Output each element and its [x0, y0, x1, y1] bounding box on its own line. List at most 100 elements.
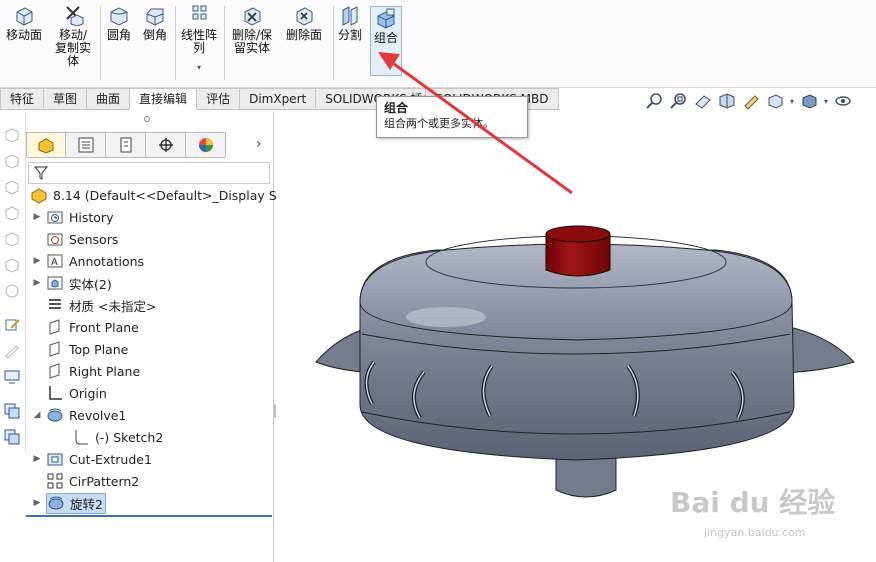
- expand-arrow-icon[interactable]: ▶: [32, 212, 42, 222]
- tree-item-label: Right Plane: [69, 363, 141, 379]
- selected-tree-item[interactable]: 旋转2: [46, 492, 106, 514]
- tree-item-label: CirPattern2: [69, 473, 140, 489]
- origin-icon: [49, 386, 62, 400]
- expand-arrow-icon[interactable]: ▶: [32, 454, 42, 464]
- ribbon-separator: [224, 6, 225, 80]
- revolve-icon: [48, 496, 64, 510]
- zoom-to-area-icon[interactable]: [670, 92, 688, 110]
- delete-keep-body-icon: [244, 7, 261, 26]
- combine-tooltip: 组合 组合两个或更多实体。: [376, 96, 528, 138]
- tab-features[interactable]: 特征: [0, 88, 45, 110]
- tree-item-sketch2[interactable]: (-) Sketch2: [72, 426, 163, 448]
- screen-capture-icon[interactable]: [3, 368, 21, 386]
- cube-outline-icon[interactable]: [3, 256, 21, 274]
- tab-feature-manager[interactable]: [26, 132, 66, 158]
- fillet-icon: [110, 7, 128, 26]
- tab-configuration-manager[interactable]: [106, 132, 146, 158]
- display-manager-pie-icon: [198, 138, 213, 152]
- chamfer-button[interactable]: 倒角: [143, 4, 167, 42]
- cube-outline-icon[interactable]: [3, 204, 21, 222]
- panel-drag-handle[interactable]: [144, 116, 150, 122]
- view-orientation-dropdown-icon[interactable]: ▾: [790, 97, 794, 106]
- tree-item-cut-extrude1[interactable]: ▶ Cut-Extrude1: [32, 448, 152, 470]
- edit-tool-icon[interactable]: [3, 342, 21, 360]
- copy-appearance-icon[interactable]: [3, 402, 21, 420]
- watermark-url: jingyan.baidu.com: [704, 526, 806, 539]
- tab-evaluate[interactable]: 评估: [197, 88, 241, 110]
- tree-filter-bar[interactable]: [28, 162, 270, 184]
- linear-pattern-button[interactable]: 线性阵 列 ▾: [181, 4, 217, 74]
- tree-item-revolve2[interactable]: ▶ 旋转2: [32, 492, 106, 514]
- combine-icon: [377, 8, 395, 29]
- expand-arrow-icon[interactable]: ▶: [32, 256, 42, 266]
- section-view-icon[interactable]: [718, 92, 736, 110]
- sketch-tool-icon[interactable]: [3, 316, 21, 334]
- tree-item-right-plane[interactable]: Right Plane: [46, 360, 140, 382]
- panel-tabs-more-chevron-icon[interactable]: ›: [256, 136, 262, 152]
- combine-button[interactable]: 组合: [370, 6, 403, 76]
- panel-tabs: [26, 132, 226, 158]
- sketch-icon: [75, 430, 88, 445]
- cube-outline-icon[interactable]: [3, 178, 21, 196]
- hide-show-items-icon[interactable]: [834, 92, 852, 110]
- tree-item-label: History: [69, 209, 114, 225]
- tree-item-annotations[interactable]: ▶ A Annotations: [32, 250, 145, 272]
- tab-sketch[interactable]: 草图: [44, 88, 88, 110]
- tree-item-front-plane[interactable]: Front Plane: [46, 316, 139, 338]
- expand-arrow-icon[interactable]: ▶: [32, 278, 42, 288]
- left-toolbar-strip: [0, 112, 26, 452]
- move-face-label: 移动面: [6, 28, 43, 42]
- ribbon-separator: [100, 6, 101, 80]
- tree-item-material[interactable]: 材质 <未指定>: [46, 294, 156, 316]
- rollback-bar[interactable]: [26, 515, 272, 517]
- cube-outline-icon[interactable]: [3, 152, 21, 170]
- fillet-button[interactable]: 圆角: [107, 4, 131, 42]
- cube-outline-icon[interactable]: [3, 230, 21, 248]
- tree-item-solid-bodies[interactable]: ▶ 实体(2): [32, 272, 112, 294]
- move-copy-body-button[interactable]: 移动/ 复制实 体: [55, 4, 91, 68]
- annotations-icon: A: [47, 254, 63, 268]
- tab-dimxpert-manager[interactable]: [146, 132, 186, 158]
- linear-pattern-dropdown-icon[interactable]: ▾: [197, 61, 201, 74]
- tree-item-cirpattern2[interactable]: CirPattern2: [46, 470, 139, 492]
- combine-label: 组合: [374, 31, 399, 45]
- display-style-icon[interactable]: [800, 92, 818, 110]
- zoom-to-fit-icon[interactable]: [646, 92, 664, 110]
- delete-keep-body-label: 删除/保 留实体: [232, 28, 273, 55]
- move-copy-body-icon: [66, 6, 84, 26]
- tree-item-origin[interactable]: Origin: [46, 382, 107, 404]
- ribbon-separator: [175, 6, 176, 80]
- sphere-outline-icon[interactable]: [3, 282, 21, 300]
- delete-face-button[interactable]: 删除面: [286, 4, 322, 42]
- tree-item-history[interactable]: ▶ History: [32, 206, 114, 228]
- move-face-button[interactable]: 移动面: [6, 4, 42, 42]
- part-icon: [31, 188, 47, 204]
- move-face-icon: [16, 7, 33, 26]
- tab-property-manager[interactable]: [66, 132, 106, 158]
- view-orientation-icon[interactable]: [766, 92, 784, 110]
- dynamic-annotation-icon[interactable]: [742, 92, 760, 110]
- split-button[interactable]: 分割: [338, 4, 362, 42]
- tab-surfaces[interactable]: 曲面: [87, 88, 131, 110]
- tab-display-manager[interactable]: [186, 132, 226, 158]
- tree-item-label: (-) Sketch2: [95, 429, 164, 445]
- collapse-arrow-icon[interactable]: ◢: [32, 410, 42, 420]
- tree-root-part[interactable]: 8.14 (Default<<Default>_Display Stat: [30, 184, 294, 206]
- tree-item-sensors[interactable]: Sensors: [46, 228, 118, 250]
- display-style-dropdown-icon[interactable]: ▾: [824, 97, 828, 106]
- previous-view-icon[interactable]: [694, 92, 712, 110]
- configuration-manager-icon: [120, 137, 131, 153]
- filter-funnel-icon[interactable]: [33, 165, 49, 181]
- paste-appearance-icon[interactable]: [3, 428, 21, 446]
- tree-item-revolve1[interactable]: ◢ Revolve1: [32, 404, 127, 426]
- tab-direct-editing[interactable]: 直接编辑: [130, 88, 198, 110]
- tooltip-description: 组合两个或更多实体。: [384, 117, 494, 130]
- delete-keep-body-button[interactable]: 删除/保 留实体: [232, 4, 272, 55]
- tab-dimxpert[interactable]: DimXpert: [240, 88, 317, 110]
- expand-arrow-icon[interactable]: ▶: [32, 498, 42, 508]
- cut-extrude-icon: [47, 453, 63, 466]
- tree-item-top-plane[interactable]: Top Plane: [46, 338, 128, 360]
- tree-item-label: Cut-Extrude1: [69, 451, 152, 467]
- tree-root-label: 8.14 (Default<<Default>_Display Stat: [53, 187, 295, 203]
- cube-outline-icon[interactable]: [3, 126, 21, 144]
